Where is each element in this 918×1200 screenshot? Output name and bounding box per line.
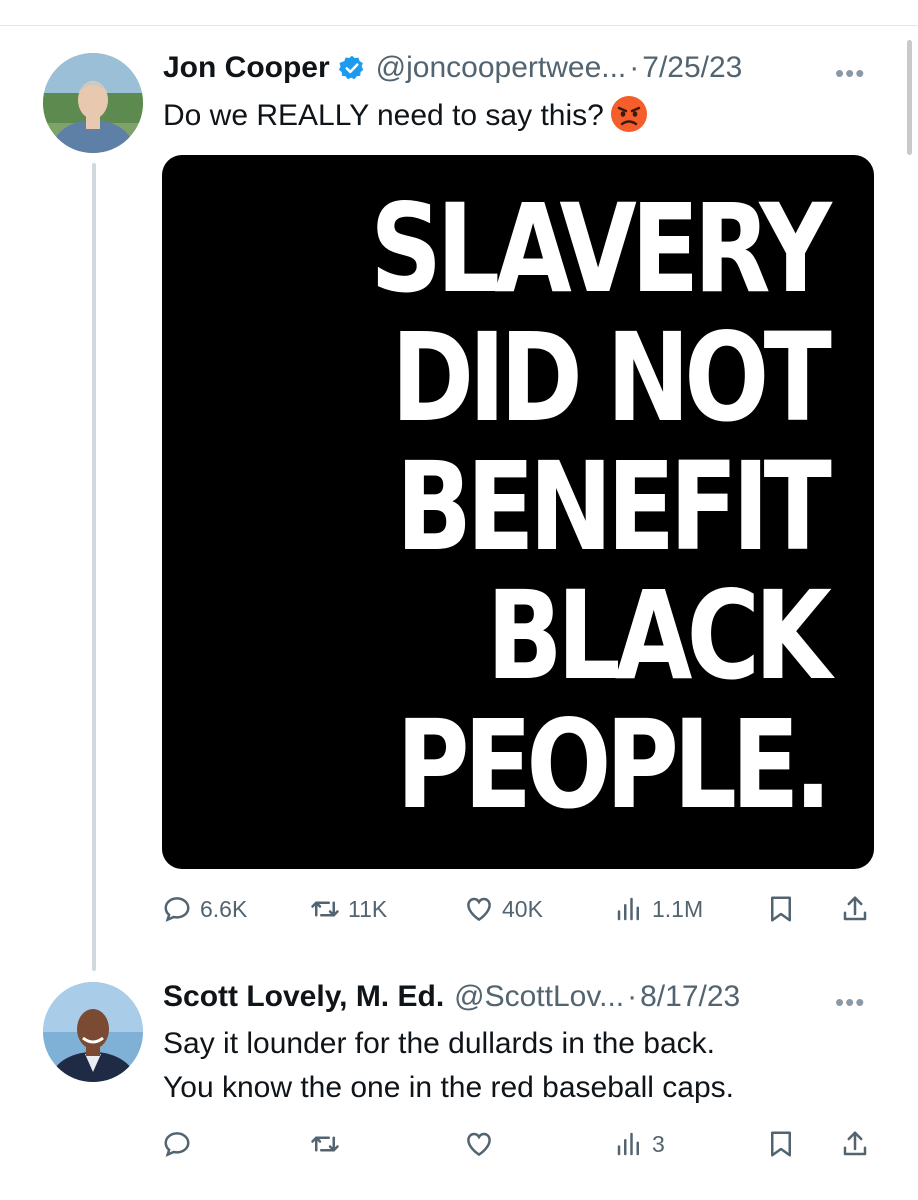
tweet1-header: Jon Cooper @joncoopertwee... · 7/25/23	[163, 48, 742, 88]
like-count: 40K	[502, 895, 543, 922]
tweet-date[interactable]: 8/17/23	[640, 980, 740, 1014]
bookmark-button[interactable]	[766, 1122, 796, 1166]
tweet-text-content: Do we REALLY need to say this?	[163, 99, 604, 132]
author-name[interactable]: Jon Cooper	[163, 51, 330, 85]
like-button[interactable]	[464, 1122, 494, 1166]
author-handle[interactable]: @ScottLov...	[454, 980, 624, 1014]
image-text-line: BENEFIT	[395, 436, 832, 578]
heart-icon	[467, 1132, 491, 1157]
like-button[interactable]: 40K	[464, 887, 543, 931]
reply-count: 6.6K	[200, 895, 248, 922]
reply-icon	[164, 1132, 190, 1157]
views-count: 1.1M	[652, 895, 704, 922]
author-handle[interactable]: @joncoopertwee...	[376, 51, 627, 85]
tweet-text-line: Say it lounder for the dullards in the b…	[163, 1027, 715, 1060]
retweet-icon	[311, 901, 339, 917]
scrollbar[interactable]	[907, 40, 912, 155]
views-button[interactable]: 3	[614, 1122, 665, 1166]
bookmark-icon	[771, 1131, 791, 1157]
share-button[interactable]	[840, 1122, 870, 1166]
views-chart-icon	[617, 897, 639, 921]
more-options-icon[interactable]: •••	[835, 58, 865, 89]
tweet-image[interactable]: SLAVERY DID NOT BENEFIT BLACK PEOPLE.	[162, 155, 874, 869]
separator-dot: ·	[627, 980, 638, 1013]
tweet1-text: Do we REALLY need to say this?	[163, 94, 648, 138]
heart-icon	[467, 897, 491, 922]
tweet2-header: Scott Lovely, M. Ed. @ScottLov... · 8/17…	[163, 977, 740, 1017]
reply-icon	[164, 897, 190, 922]
share-icon	[843, 1131, 867, 1156]
tweet2-text: Say it lounder for the dullards in the b…	[163, 1022, 734, 1110]
image-text-block: SLAVERY DID NOT BENEFIT BLACK PEOPLE.	[369, 178, 832, 836]
retweet-icon	[311, 1136, 339, 1152]
image-text-line: DID NOT	[391, 307, 832, 449]
avatar-scott-lovely[interactable]	[43, 982, 143, 1082]
tweet2-action-bar: 3	[162, 1122, 874, 1166]
image-text-line: BLACK	[486, 565, 831, 707]
separator-dot: ·	[629, 51, 640, 84]
tweet1-action-bar: 6.6K 11K 40K 1.1M	[162, 887, 874, 931]
author-name[interactable]: Scott Lovely, M. Ed.	[163, 980, 444, 1014]
reply-button[interactable]: 6.6K	[162, 887, 247, 931]
top-divider	[0, 25, 918, 26]
more-options-icon[interactable]: •••	[835, 987, 865, 1018]
views-chart-icon	[617, 1132, 639, 1156]
image-text-line: PEOPLE.	[396, 694, 832, 836]
share-button[interactable]	[840, 887, 870, 931]
angry-face-icon	[610, 95, 648, 133]
retweet-button[interactable]	[310, 1122, 340, 1166]
verified-badge-icon	[338, 54, 366, 82]
views-count: 3	[652, 1130, 665, 1157]
bookmark-icon	[771, 896, 791, 922]
share-icon	[843, 896, 867, 921]
reply-button[interactable]	[162, 1122, 192, 1166]
retweet-button[interactable]: 11K	[310, 887, 387, 931]
thread-connector-line	[92, 163, 96, 971]
tweet-text-line: You know the one in the red baseball cap…	[163, 1071, 734, 1104]
tweet-date[interactable]: 7/25/23	[642, 51, 742, 85]
retweet-count: 11K	[348, 895, 388, 922]
bookmark-button[interactable]	[766, 887, 796, 931]
views-button[interactable]: 1.1M	[614, 887, 703, 931]
avatar-jon-cooper[interactable]	[43, 53, 143, 153]
image-text-line: SLAVERY	[369, 178, 832, 320]
